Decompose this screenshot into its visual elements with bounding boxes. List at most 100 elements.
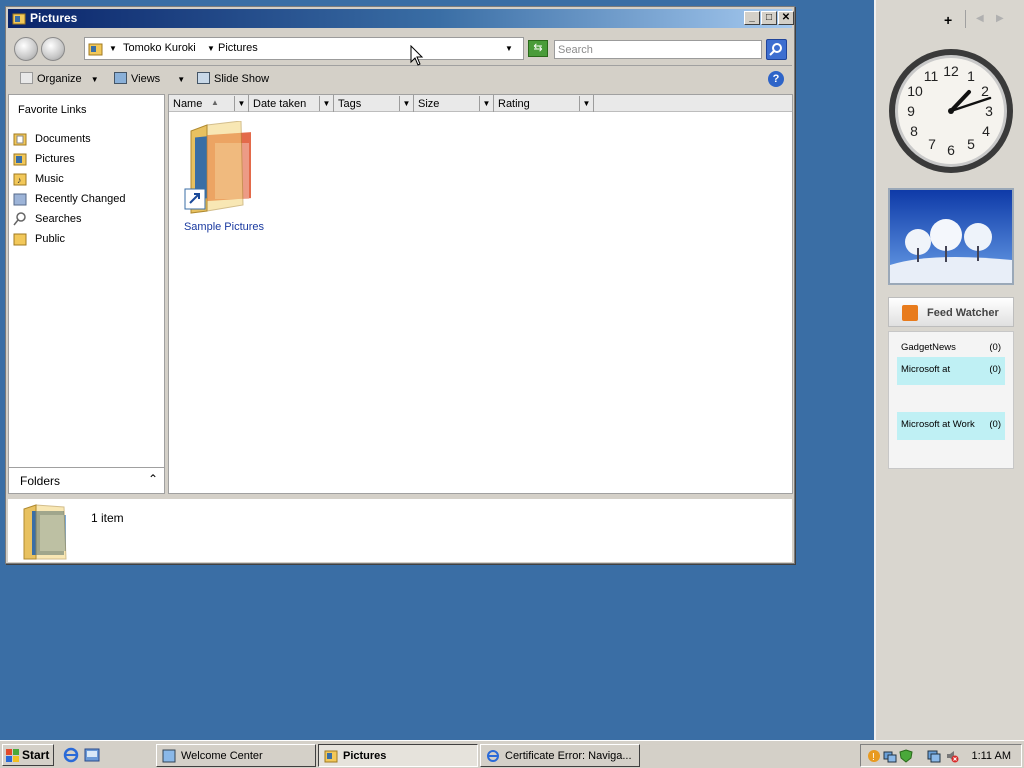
- previous-page-icon[interactable]: ◀: [976, 13, 984, 24]
- sidebar-item-public[interactable]: Public: [13, 230, 161, 248]
- sidebar-item-documents[interactable]: Documents: [13, 130, 161, 148]
- list-item[interactable]: Microsoft at Work (0): [897, 412, 1005, 440]
- next-page-icon[interactable]: ▶: [996, 13, 1004, 24]
- slideshow-label: Slide Show: [214, 73, 270, 85]
- chevron-down-icon[interactable]: ▼: [234, 96, 248, 111]
- maximize-button[interactable]: □: [761, 11, 777, 25]
- folders-toggle[interactable]: Folders ⌃: [9, 467, 164, 493]
- column-label: Tags: [338, 98, 362, 110]
- organize-label: Organize: [37, 73, 82, 85]
- column-label: Name: [173, 98, 203, 110]
- divider: [965, 10, 966, 28]
- chevron-down-icon[interactable]: ▼: [479, 96, 493, 111]
- task-label: Pictures: [343, 750, 387, 762]
- column-header-size[interactable]: Size ▼: [414, 95, 494, 112]
- chevron-down-icon[interactable]: ▼: [207, 44, 215, 53]
- taskbar-button-pictures[interactable]: Pictures: [318, 744, 478, 767]
- address-dropdown-icon[interactable]: ▼: [505, 44, 513, 53]
- feed-title: Feed Watcher: [927, 307, 999, 319]
- clock-number: 10: [907, 83, 923, 99]
- feed-count: (0): [989, 419, 1001, 430]
- windows-sidebar: + ◀ ▶ 12 1 2 3 4 5 6 7 8 9 10 11 Feed Wa…: [874, 0, 1024, 740]
- breadcrumb-user[interactable]: Tomoko Kuroki: [123, 42, 196, 54]
- clock-number: 7: [928, 136, 936, 152]
- start-label: Start: [22, 748, 50, 762]
- sidebar-item-music[interactable]: ♪ Music: [13, 170, 161, 188]
- clock-number: 9: [907, 103, 915, 119]
- details-pane: 1 item: [8, 497, 792, 562]
- slideshow-gadget[interactable]: [888, 188, 1014, 285]
- refresh-button[interactable]: ⇆: [528, 40, 548, 57]
- folder-shortcut-icon: [184, 120, 251, 214]
- feed-count: (0): [989, 342, 1001, 353]
- pictures-folder-icon: [324, 750, 338, 763]
- network-icon[interactable]: [883, 749, 897, 763]
- list-item[interactable]: Sample Pictures: [181, 120, 267, 233]
- rss-icon: [902, 305, 918, 321]
- folders-label: Folders: [20, 474, 61, 488]
- taskbar-button-certificate-error[interactable]: Certificate Error: Naviga...: [480, 744, 640, 767]
- list-item[interactable]: Microsoft at (0): [897, 357, 1005, 385]
- item-count: 1 item: [91, 511, 124, 525]
- minimize-button[interactable]: _: [744, 11, 760, 25]
- welcome-center-icon: [162, 749, 176, 763]
- column-header-tags[interactable]: Tags ▼: [334, 95, 414, 112]
- add-gadget-button[interactable]: +: [944, 12, 952, 28]
- chevron-down-icon[interactable]: ▼: [109, 44, 117, 53]
- forward-button[interactable]: [41, 37, 65, 61]
- volume-muted-icon[interactable]: [945, 749, 959, 763]
- mouse-cursor-icon: [410, 45, 424, 66]
- clock-number: 12: [943, 63, 959, 79]
- feed-header[interactable]: Feed Watcher: [888, 297, 1014, 327]
- sidebar-item-searches[interactable]: Searches: [13, 210, 161, 228]
- favorite-links-title: Favorite Links: [18, 104, 87, 116]
- column-header-row: Name ▲ ▼ Date taken ▼ Tags ▼ Size ▼ Rati…: [169, 95, 792, 112]
- svg-text:!: !: [872, 752, 875, 763]
- close-button[interactable]: ✕: [778, 11, 794, 25]
- network-connection-icon[interactable]: [927, 749, 941, 763]
- chevron-down-icon: ▼: [90, 75, 99, 84]
- windows-logo-icon: [6, 749, 19, 762]
- internet-explorer-icon[interactable]: [63, 747, 79, 763]
- security-shield-icon[interactable]: [899, 749, 913, 763]
- chevron-down-icon[interactable]: ▼: [319, 96, 333, 111]
- command-bar: Organize ▼ Views ▼ Slide Show ?: [8, 67, 792, 92]
- clock-number: 5: [967, 136, 975, 152]
- sidebar-item-label: Searches: [35, 213, 82, 225]
- search-magnifier-icon: [13, 212, 26, 226]
- organize-button[interactable]: Organize ▼: [20, 72, 99, 85]
- slideshow-button[interactable]: Slide Show: [197, 72, 269, 85]
- title-bar[interactable]: Pictures _ □ ✕: [8, 9, 794, 28]
- file-name: Sample Pictures: [183, 221, 265, 233]
- help-button[interactable]: ?: [768, 71, 784, 87]
- sidebar-item-label: Public: [35, 233, 65, 245]
- breadcrumb-pictures[interactable]: Pictures: [218, 42, 258, 54]
- show-desktop-icon[interactable]: [84, 747, 100, 763]
- chevron-down-icon[interactable]: ▼: [399, 96, 413, 111]
- sidebar-item-recently-changed[interactable]: Recently Changed: [13, 190, 161, 208]
- search-input[interactable]: Search: [554, 40, 762, 59]
- taskbar-button-welcome-center[interactable]: Welcome Center: [156, 744, 316, 767]
- breadcrumb[interactable]: ▼ Tomoko Kuroki ▼ Pictures ▼: [84, 37, 524, 60]
- search-button[interactable]: [766, 39, 787, 60]
- clock-gadget[interactable]: 12 1 2 3 4 5 6 7 8 9 10 11: [886, 46, 1016, 176]
- sidebar-item-pictures[interactable]: Pictures: [13, 150, 161, 168]
- clock-number: 4: [982, 123, 990, 139]
- pictures-folder-icon: [23, 504, 67, 560]
- feed-name: Microsoft at Work: [901, 419, 975, 430]
- back-button[interactable]: [14, 37, 38, 61]
- chevron-down-icon[interactable]: ▼: [579, 96, 593, 111]
- clock-time[interactable]: 1:11 AM: [971, 750, 1011, 762]
- column-header-date-taken[interactable]: Date taken ▼: [249, 95, 334, 112]
- column-header-rating[interactable]: Rating ▼: [494, 95, 594, 112]
- column-header-name[interactable]: Name ▲ ▼: [169, 95, 249, 112]
- views-button[interactable]: Views ▼: [114, 72, 185, 85]
- chevron-up-icon: ⌃: [147, 472, 158, 486]
- documents-folder-icon: [13, 133, 27, 146]
- start-button[interactable]: Start: [2, 744, 54, 766]
- feed-name: GadgetNews: [901, 342, 956, 353]
- window-title: Pictures: [30, 11, 78, 25]
- navigation-pane: Favorite Links Documents Pictures ♪ Musi…: [8, 94, 165, 494]
- task-label: Welcome Center: [181, 750, 263, 762]
- security-alert-icon[interactable]: !: [867, 749, 881, 763]
